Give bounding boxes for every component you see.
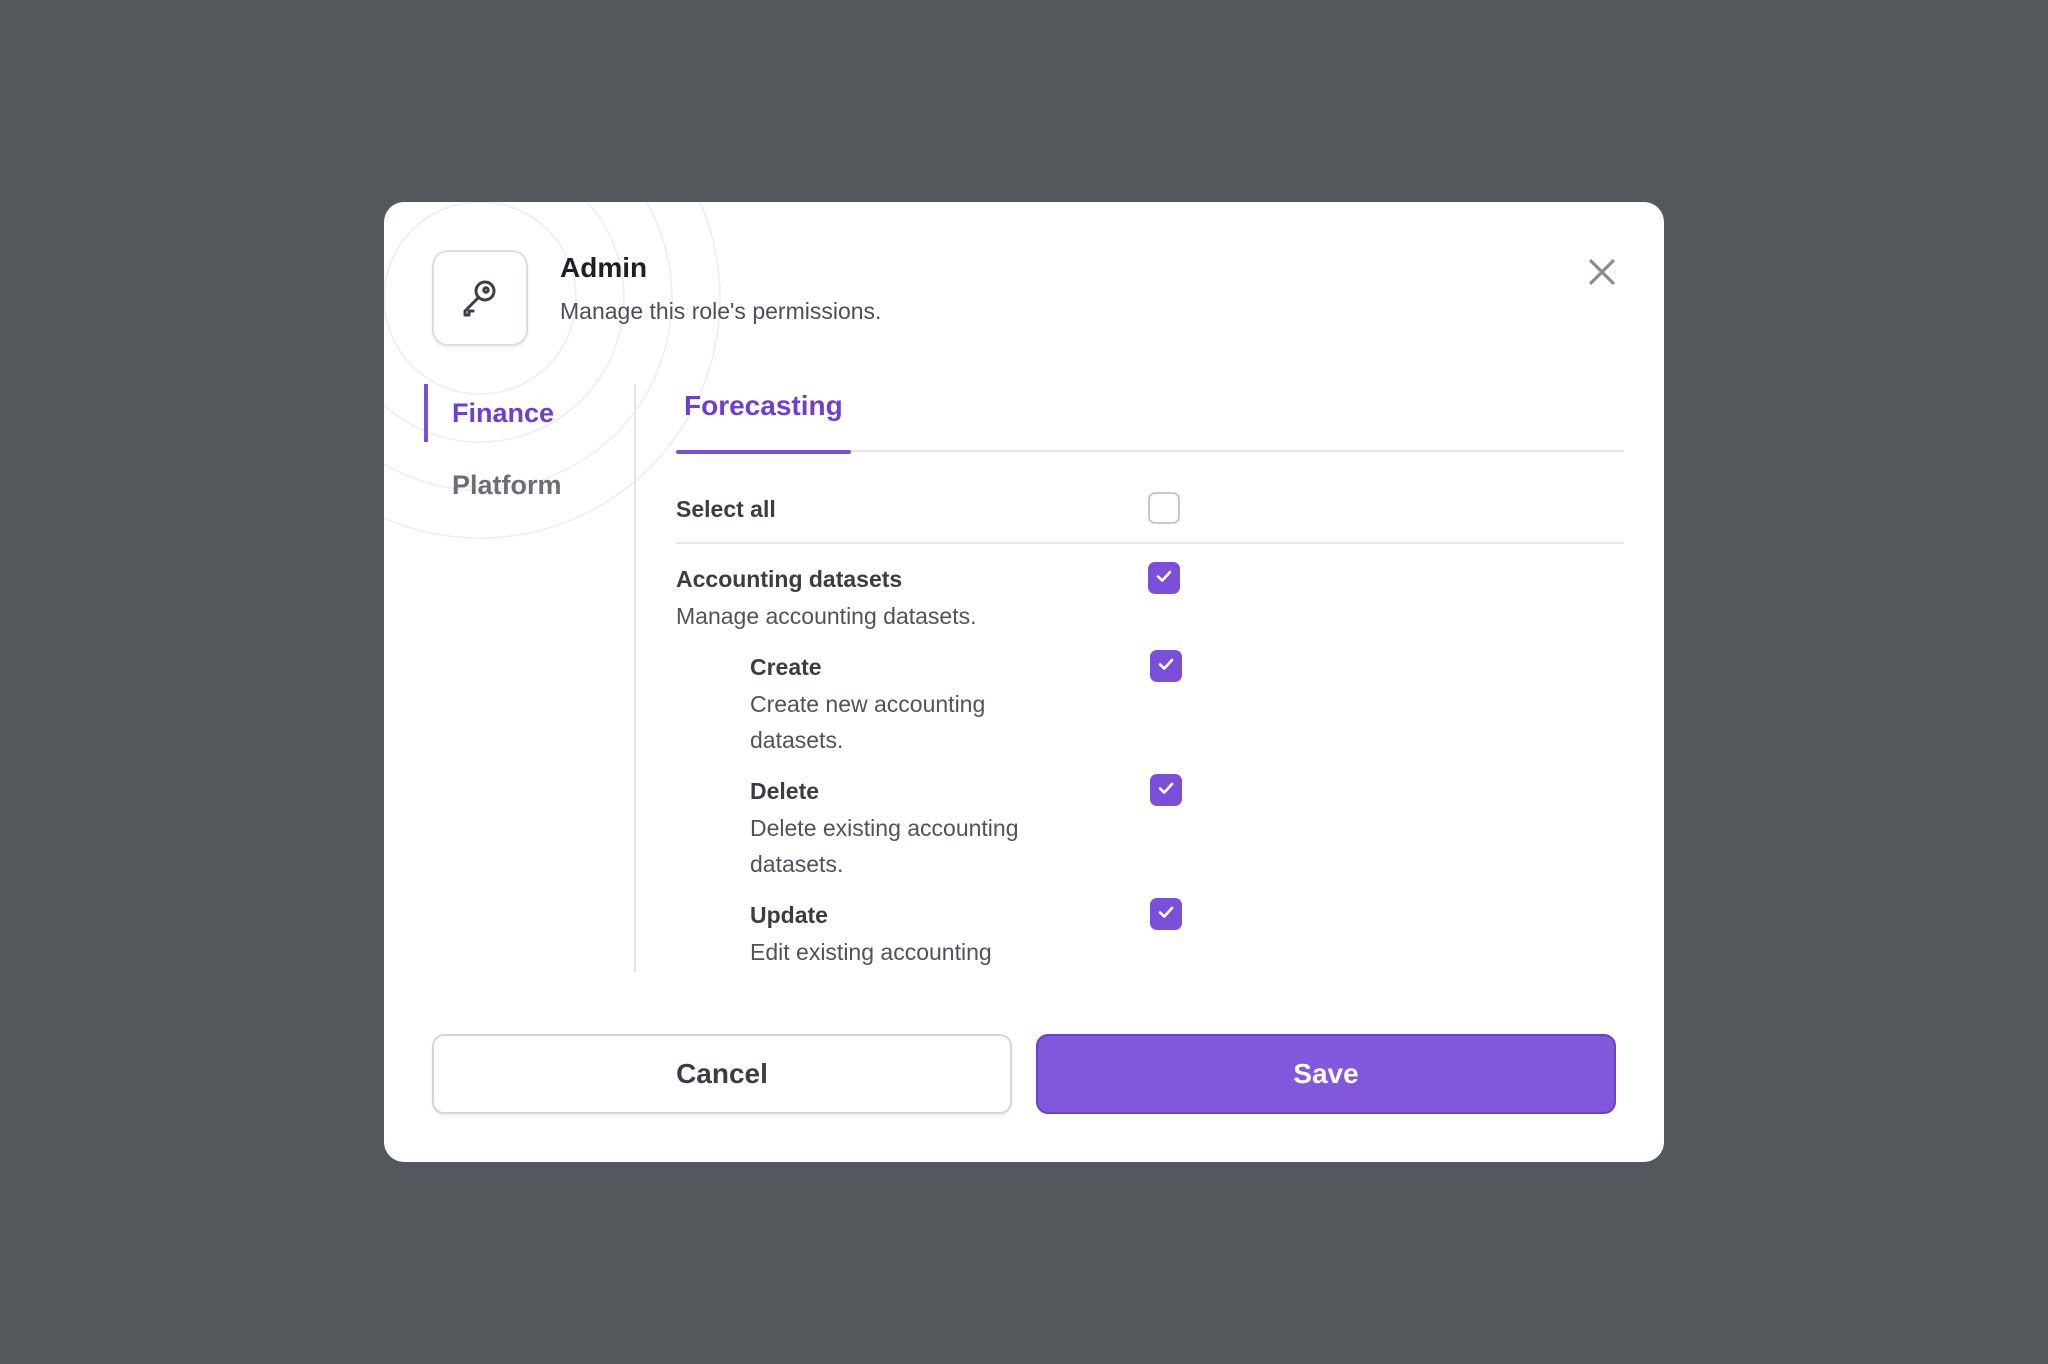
select-all-checkbox[interactable]: [1148, 492, 1180, 524]
nav-item-platform[interactable]: Platform: [424, 456, 624, 514]
tab-forecasting[interactable]: Forecasting: [676, 372, 851, 454]
permission-item-update: Update Edit existing accounting datasets…: [750, 900, 1050, 972]
select-all-row: Select all: [676, 452, 1624, 544]
permission-description: Create new accounting datasets.: [750, 691, 986, 753]
update-checkbox[interactable]: [1150, 898, 1182, 930]
permission-item-delete: Delete Delete existing accounting datase…: [750, 776, 1050, 882]
dialog-title: Admin: [560, 252, 648, 283]
tab-bar: Forecasting: [676, 372, 1624, 454]
permission-group: Accounting datasets Manage accounting da…: [676, 564, 976, 634]
permissions-panel: Forecasting Select all Accounting datase…: [676, 372, 1624, 972]
category-nav: Finance Platform: [424, 384, 624, 528]
check-icon: [1154, 566, 1174, 591]
permission-group-name: Accounting datasets: [676, 566, 903, 592]
dialog-subtitle: Manage this role's permissions.: [560, 298, 882, 324]
permission-description: Edit existing accounting datasets.: [750, 939, 992, 965]
create-checkbox[interactable]: [1150, 650, 1182, 682]
nav-divider: [634, 384, 636, 972]
permission-item-create: Create Create new accounting datasets.: [750, 652, 1050, 758]
permissions-dialog: Admin Manage this role's permissions. Fi…: [384, 202, 1664, 1162]
select-all-label: Select all: [676, 496, 776, 522]
nav-item-finance[interactable]: Finance: [424, 384, 624, 442]
role-icon-box: [432, 250, 528, 346]
accounting-datasets-checkbox[interactable]: [1148, 562, 1180, 594]
permission-group-description: Manage accounting datasets.: [676, 603, 977, 629]
permission-name: Update: [750, 902, 828, 928]
check-icon: [1156, 902, 1176, 927]
permission-description: Delete existing accounting datasets.: [750, 815, 1019, 877]
close-icon: [1587, 257, 1617, 292]
check-icon: [1156, 778, 1176, 803]
key-icon: [456, 272, 504, 325]
cancel-button[interactable]: Cancel: [432, 1034, 1012, 1114]
check-icon: [1156, 654, 1176, 679]
permission-name: Create: [750, 654, 822, 680]
save-button[interactable]: Save: [1036, 1034, 1616, 1114]
permission-name: Delete: [750, 778, 820, 804]
delete-checkbox[interactable]: [1150, 774, 1182, 806]
close-button[interactable]: [1580, 252, 1624, 296]
